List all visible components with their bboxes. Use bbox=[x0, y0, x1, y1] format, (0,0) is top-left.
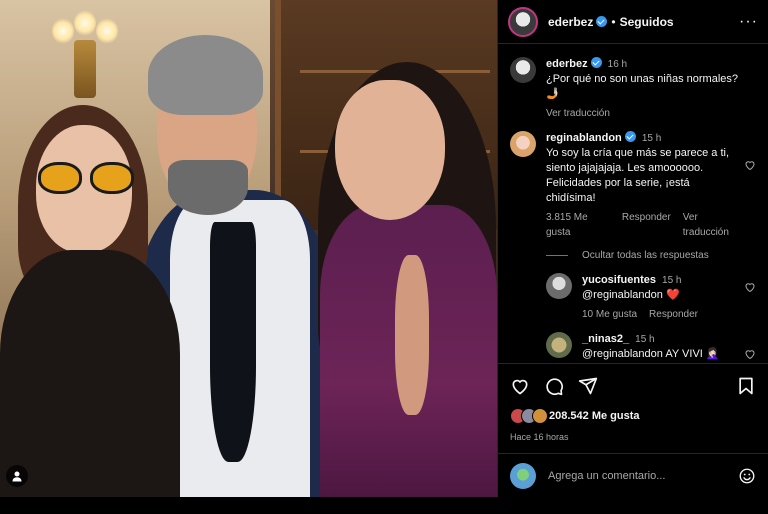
reply-avatar[interactable] bbox=[546, 273, 572, 299]
like-heart-icon[interactable] bbox=[510, 376, 530, 396]
liker-avatars bbox=[510, 408, 548, 424]
reply-like-heart-icon[interactable] bbox=[744, 348, 756, 360]
caption-text: ¿Por qué no son unas niñas normales? 🤳🏻 bbox=[546, 73, 739, 100]
reply-text: @reginablandon AY VIVI 🤦🏻‍♀️ bbox=[582, 348, 720, 360]
caption: ederbez 16 h ¿Por qué no son unas niñas … bbox=[510, 57, 756, 121]
caption-translate-link[interactable]: Ver traducción bbox=[546, 106, 610, 121]
reply-username[interactable]: yucosifuentes bbox=[582, 274, 656, 286]
like-count[interactable]: 208.542 Me gusta bbox=[549, 410, 640, 422]
follow-status-button[interactable]: Seguidos bbox=[620, 15, 674, 29]
reply-like-heart-icon[interactable] bbox=[744, 281, 756, 293]
likes-summary[interactable]: 208.542 Me gusta bbox=[510, 408, 756, 424]
author-username[interactable]: ederbez bbox=[548, 15, 593, 29]
more-options-icon[interactable]: ··· bbox=[739, 13, 758, 31]
reply-item: yucosifuentes 15 h @reginablandon ❤️ 10 … bbox=[546, 273, 756, 322]
share-send-icon[interactable] bbox=[578, 376, 598, 396]
caption-username[interactable]: ederbez bbox=[546, 58, 588, 70]
comment-reply-button[interactable]: Responder bbox=[622, 210, 671, 240]
comments-section: ederbez 16 h ¿Por qué no son unas niñas … bbox=[498, 45, 768, 363]
comment-time: 15 h bbox=[641, 133, 662, 144]
comment-text: Yo soy la cría que más se parece a ti, s… bbox=[546, 147, 730, 204]
reply-text: @reginablandon ❤️ bbox=[582, 289, 680, 301]
reply-username[interactable]: _ninas2_ bbox=[582, 333, 629, 345]
reply-like-count[interactable]: 10 Me gusta bbox=[582, 307, 637, 322]
reply-time: 15 h bbox=[662, 275, 682, 286]
reply-item: _ninas2_ 15 h @reginablandon AY VIVI 🤦🏻‍… bbox=[546, 332, 756, 362]
caption-time: 16 h bbox=[607, 59, 628, 70]
reply-reply-button[interactable]: Responder bbox=[649, 307, 698, 322]
comment-translate-link[interactable]: Ver traducción bbox=[683, 210, 742, 240]
comment-composer bbox=[498, 453, 768, 497]
bottom-strip bbox=[0, 497, 768, 514]
bookmark-icon[interactable] bbox=[736, 376, 756, 396]
post-photo[interactable] bbox=[0, 0, 497, 497]
post-side-panel: ederbez • Seguidos ··· ederbez 16 h ¿Por… bbox=[497, 0, 768, 497]
current-user-avatar bbox=[510, 462, 536, 489]
comment-like-count[interactable]: 3.815 Me gusta bbox=[546, 210, 610, 240]
comment-username[interactable]: reginablandon bbox=[546, 132, 622, 144]
comment-item: reginablandon 15 h Yo soy la cría que má… bbox=[510, 131, 756, 240]
reply-avatar[interactable] bbox=[546, 332, 572, 358]
tagged-users-icon[interactable] bbox=[6, 465, 28, 487]
reply-time: 15 h bbox=[635, 334, 655, 345]
emoji-picker-icon[interactable] bbox=[738, 467, 756, 485]
post-actions: 208.542 Me gusta Hace 16 horas bbox=[498, 363, 768, 442]
hide-replies-button[interactable]: Ocultar todas las respuestas bbox=[546, 250, 756, 261]
post-timestamp: Hace 16 horas bbox=[510, 432, 569, 442]
verified-badge-icon bbox=[590, 57, 602, 68]
post-header: ederbez • Seguidos ··· bbox=[498, 0, 768, 44]
comment-avatar[interactable] bbox=[510, 131, 536, 157]
caption-avatar[interactable] bbox=[510, 57, 536, 83]
photo-lamp bbox=[52, 10, 118, 100]
separator-dot: • bbox=[611, 14, 616, 29]
comment-input[interactable] bbox=[548, 469, 738, 482]
comment-like-heart-icon[interactable] bbox=[744, 159, 756, 171]
verified-badge-icon bbox=[596, 16, 608, 27]
comment-bubble-icon[interactable] bbox=[544, 376, 564, 396]
verified-badge-icon bbox=[624, 131, 636, 142]
author-avatar[interactable] bbox=[508, 6, 538, 37]
